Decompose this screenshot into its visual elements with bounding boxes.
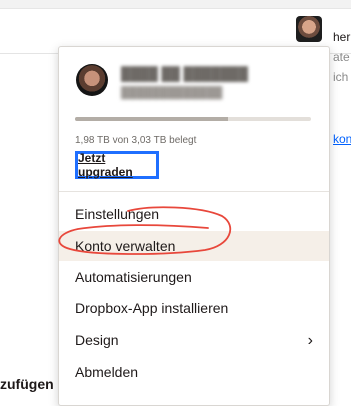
- upgrade-button[interactable]: Jetzt upgraden: [75, 151, 159, 179]
- menu-item-dropbox-app-installieren[interactable]: Dropbox-App installieren: [59, 293, 329, 323]
- menu-item-automatisierungen[interactable]: Automatisierungen: [59, 262, 329, 292]
- storage-usage-fill: [75, 117, 229, 121]
- menu-item-konto-verwalten[interactable]: Konto verwalten: [59, 231, 329, 261]
- menu-item-label: Dropbox-App installieren: [75, 300, 229, 316]
- background-top-bar: [0, 0, 351, 9]
- user-avatar: [76, 64, 108, 96]
- menu-item-abmelden[interactable]: Abmelden: [59, 357, 329, 387]
- storage-usage-bar: [75, 117, 311, 121]
- user-name-redacted: ████ ██ ███████: [121, 66, 248, 81]
- menu-item-label: Automatisierungen: [75, 269, 192, 285]
- menu-separator: [59, 191, 329, 192]
- background-link[interactable]: kon: [333, 132, 351, 146]
- account-avatar-button[interactable]: [296, 16, 322, 42]
- menu-item-label: Konto verwalten: [75, 238, 176, 254]
- background-text-3: ich: [333, 70, 349, 84]
- menu-item-label: Einstellungen: [75, 206, 160, 222]
- menu-item-design[interactable]: Design ›: [59, 325, 329, 355]
- user-email-redacted: █████████████: [121, 87, 223, 99]
- background-add-button-label[interactable]: zufügen: [0, 376, 54, 392]
- menu-item-label: Design: [75, 332, 119, 348]
- chevron-right-icon: ›: [307, 332, 313, 349]
- menu-item-einstellungen[interactable]: Einstellungen: [59, 199, 329, 229]
- menu-item-label: Abmelden: [75, 364, 139, 380]
- storage-usage-text: 1,98 TB von 3,03 TB belegt: [75, 135, 197, 146]
- account-menu: ████ ██ ███████ █████████████ 1,98 TB vo…: [58, 46, 330, 406]
- background-text-1: her: [333, 30, 351, 44]
- background-text-2: ate: [333, 50, 350, 64]
